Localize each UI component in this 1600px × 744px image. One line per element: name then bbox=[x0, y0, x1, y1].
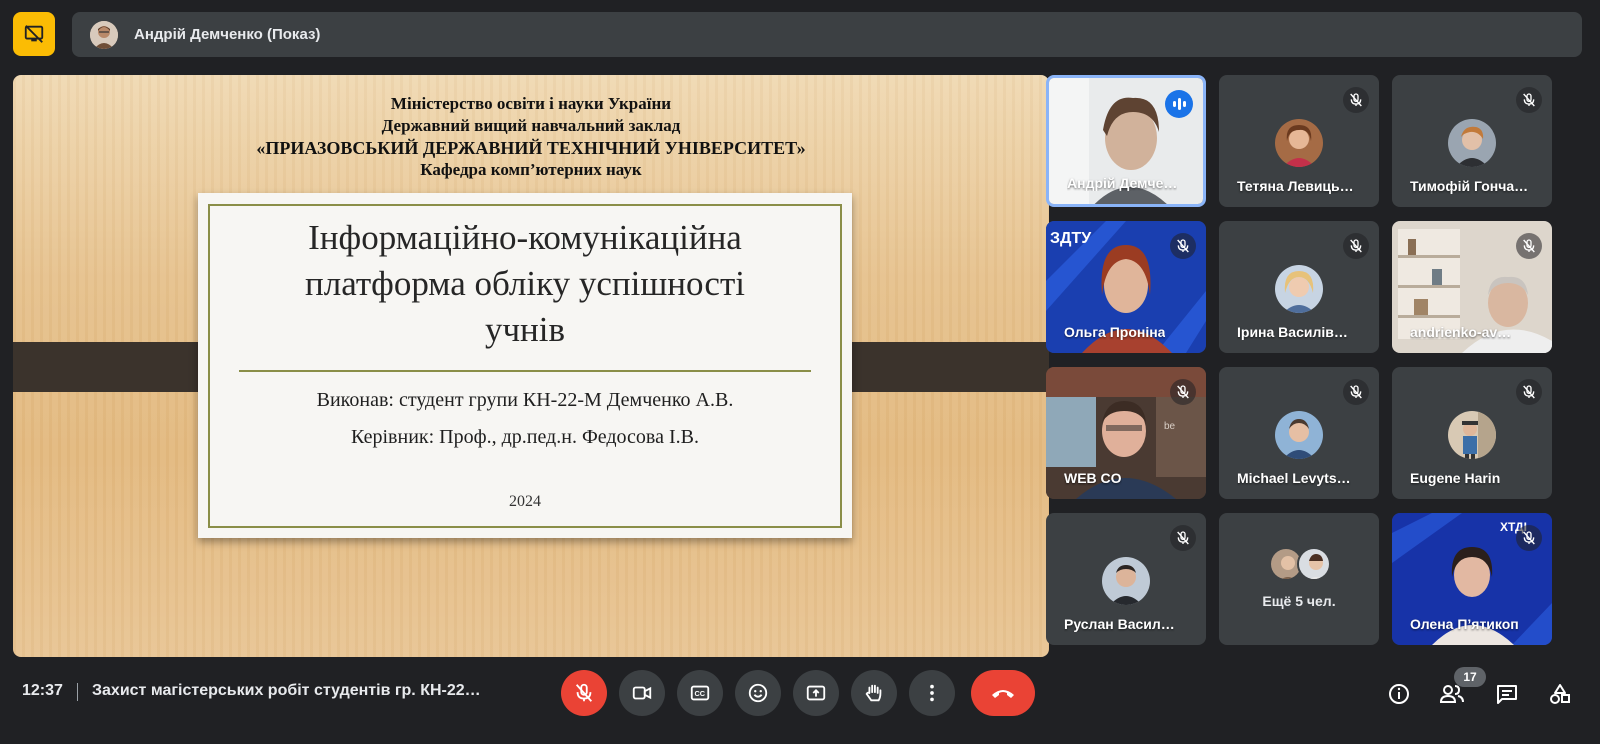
chat-button[interactable] bbox=[1493, 680, 1521, 708]
more-participants-tile[interactable]: Ещё 5 чел. bbox=[1219, 513, 1379, 645]
hand-icon bbox=[865, 684, 882, 702]
svg-text:ЗДТУ: ЗДТУ bbox=[1050, 230, 1092, 247]
slide-year: 2024 bbox=[509, 493, 541, 510]
divider bbox=[77, 683, 78, 701]
presenter-avatar bbox=[90, 20, 118, 49]
more-options-button[interactable] bbox=[909, 670, 955, 716]
mic-off-icon bbox=[1343, 379, 1369, 405]
participant-tile[interactable]: Eugene Harin bbox=[1392, 367, 1552, 499]
leave-call-button[interactable] bbox=[971, 670, 1035, 716]
slide-title-line: платформа обліку успішності bbox=[305, 264, 745, 303]
raise-hand-button[interactable] bbox=[851, 670, 897, 716]
slide-divider bbox=[239, 370, 811, 372]
participant-name: Ольга Проніна bbox=[1064, 324, 1166, 340]
speaking-indicator-icon bbox=[1165, 90, 1193, 118]
chat-icon bbox=[1497, 685, 1517, 704]
participant-avatar bbox=[1275, 411, 1323, 459]
meeting-details-button[interactable] bbox=[1385, 680, 1413, 708]
emoji-icon bbox=[748, 683, 768, 703]
mic-off-icon bbox=[1516, 379, 1542, 405]
mic-off-icon bbox=[1170, 525, 1196, 551]
call-end-icon bbox=[992, 690, 1014, 698]
participant-name: WEB CO bbox=[1064, 470, 1122, 486]
mic-off-icon bbox=[1343, 233, 1369, 259]
mic-off-icon bbox=[1170, 379, 1196, 405]
participant-tile[interactable]: Ірина Василів… bbox=[1219, 221, 1379, 353]
participant-name: Руслан Васил… bbox=[1064, 616, 1175, 632]
meet-window: Андрій Демченко (Показ) Міністерство осв… bbox=[0, 0, 1600, 744]
microphone-toggle-button[interactable] bbox=[561, 670, 607, 716]
slide-institution-type: Державний вищий навчальний заклад bbox=[381, 116, 681, 135]
participant-avatar bbox=[1102, 557, 1150, 605]
participant-avatar bbox=[1275, 265, 1323, 313]
captions-button[interactable]: CC bbox=[677, 670, 723, 716]
mic-off-icon bbox=[1170, 233, 1196, 259]
participant-name: Андрій Демче… bbox=[1067, 175, 1178, 191]
more-participants-label: Ещё 5 чел. bbox=[1262, 593, 1336, 609]
participant-tile[interactable]: Руслан Васил… bbox=[1046, 513, 1206, 645]
activities-button[interactable] bbox=[1546, 680, 1574, 708]
participant-tile[interactable]: be WEB CO bbox=[1046, 367, 1206, 499]
slide-supervisor: Керівник: Проф., др.пед.н. Федосова І.В. bbox=[351, 426, 699, 448]
svg-text:CC: CC bbox=[695, 689, 706, 698]
more-vert-icon bbox=[930, 684, 934, 702]
mic-off-icon bbox=[1516, 87, 1542, 113]
slide-university: «ПРИАЗОВСЬКИЙ ДЕРЖАВНИЙ ТЕХНІЧНИЙ УНІВЕР… bbox=[256, 138, 806, 158]
presentation-off-icon bbox=[24, 25, 44, 43]
participant-tile[interactable]: ХТДІ Олена П’ятикоп bbox=[1392, 513, 1552, 645]
participant-tile[interactable]: Андрій Демче… bbox=[1046, 75, 1206, 207]
presenter-banner: Андрій Демченко (Показ) bbox=[72, 12, 1582, 57]
participant-name: Eugene Harin bbox=[1410, 470, 1501, 486]
slide-title: Інформаційно-комунікаційна платформа обл… bbox=[198, 215, 852, 353]
video-camera-icon bbox=[632, 686, 652, 700]
participant-avatar bbox=[1448, 411, 1496, 459]
reactions-button[interactable] bbox=[735, 670, 781, 716]
shared-presentation: Міністерство освіти і науки України Держ… bbox=[13, 75, 1049, 657]
slide-header: Міністерство освіти і науки України Держ… bbox=[13, 93, 1049, 181]
participant-avatar bbox=[1275, 119, 1323, 167]
info-icon bbox=[1389, 684, 1409, 704]
participant-name: Тимофій Гонча… bbox=[1410, 178, 1529, 194]
participant-tile[interactable]: Michael Levyts… bbox=[1219, 367, 1379, 499]
participant-avatar bbox=[1448, 119, 1496, 167]
mic-off-icon bbox=[1516, 233, 1542, 259]
slide-title-line: учнів bbox=[484, 310, 566, 349]
mic-off-icon bbox=[575, 683, 593, 702]
slide-ministry: Міністерство освіти і науки України bbox=[390, 94, 672, 113]
slide-band-right bbox=[843, 342, 1049, 392]
closed-captions-icon: CC bbox=[690, 685, 710, 701]
participant-tile[interactable]: Тимофій Гонча… bbox=[1392, 75, 1552, 207]
mic-off-icon bbox=[1516, 525, 1542, 551]
participant-name: Тетяна Левиць… bbox=[1237, 178, 1354, 194]
people-button[interactable] bbox=[1438, 680, 1466, 708]
meeting-clock: 12:37 bbox=[22, 682, 63, 699]
mic-off-icon bbox=[1343, 87, 1369, 113]
participant-tile[interactable]: andrienko-av… bbox=[1392, 221, 1552, 353]
present-screen-icon bbox=[806, 685, 826, 701]
present-screen-button[interactable] bbox=[793, 670, 839, 716]
participant-avatar bbox=[1297, 547, 1331, 581]
participant-tile[interactable]: ЗДТУ Ольга Проніна bbox=[1046, 221, 1206, 353]
participant-name: Michael Levyts… bbox=[1237, 470, 1351, 486]
svg-text:be: be bbox=[1164, 421, 1176, 432]
slide-title-card: Інформаційно-комунікаційна платформа обл… bbox=[198, 193, 852, 538]
participant-name: andrienko-av… bbox=[1410, 324, 1512, 340]
camera-toggle-button[interactable] bbox=[619, 670, 665, 716]
participant-name: Олена П’ятикоп bbox=[1410, 616, 1519, 632]
presenter-label: Андрій Демченко (Показ) bbox=[134, 26, 321, 43]
participant-name: Ірина Василів… bbox=[1237, 324, 1348, 340]
people-icon bbox=[1439, 685, 1464, 703]
slide-title-line: Інформаційно-комунікаційна bbox=[308, 218, 742, 257]
activities-icon bbox=[1550, 684, 1570, 704]
slide-department: Кафедра комп’ютерних наук bbox=[420, 160, 642, 179]
presentation-off-button[interactable] bbox=[13, 12, 55, 56]
meeting-title[interactable]: Захист магістерських робіт студентів гр.… bbox=[92, 682, 481, 700]
slide-author: Виконав: студент групи КН-22-М Демченко … bbox=[316, 389, 734, 411]
slide-band-left bbox=[13, 342, 221, 392]
participant-tile[interactable]: Тетяна Левиць… bbox=[1219, 75, 1379, 207]
